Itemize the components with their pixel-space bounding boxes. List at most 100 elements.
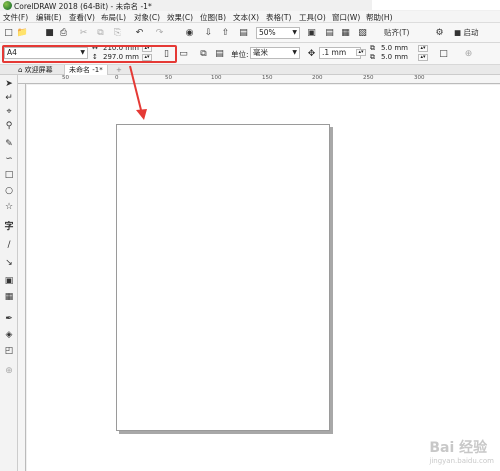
watermark-text: Bai 经验: [429, 440, 488, 456]
units-select[interactable]: 毫米 ▼: [250, 47, 300, 59]
new-document-icon[interactable]: □: [3, 27, 14, 38]
zoom-level-select[interactable]: 50% ▼: [256, 27, 300, 39]
tab-welcome-screen[interactable]: ⌂ 欢迎屏幕: [14, 65, 57, 75]
parallel-dimension-icon[interactable]: ∕: [3, 239, 15, 251]
duplicate-x-input[interactable]: 5.0 mm: [381, 44, 408, 52]
menu-window[interactable]: 窗口(W): [332, 12, 360, 23]
freehand-tool-icon[interactable]: ✎: [3, 138, 15, 150]
save-icon[interactable]: ■: [44, 27, 55, 38]
bleed-icon[interactable]: □: [438, 48, 449, 59]
landscape-orientation-icon[interactable]: ▭: [178, 48, 189, 59]
nudge-distance-value: .1 mm: [322, 48, 347, 57]
ruler-number: 150: [262, 75, 273, 81]
launch-label: 启动: [463, 28, 479, 37]
menu-bitmaps[interactable]: 位图(B): [200, 12, 226, 23]
nudge-distance-icon: ✥: [307, 48, 316, 59]
menu-help[interactable]: 帮助(H): [366, 12, 393, 23]
open-folder-icon[interactable]: 📁: [17, 27, 28, 38]
all-pages-icon[interactable]: ⧉: [198, 48, 209, 59]
tab-document[interactable]: 未命名 -1*: [64, 65, 108, 75]
vertical-ruler[interactable]: [18, 84, 26, 471]
duplicate-y-stepper[interactable]: ▴▾: [418, 54, 428, 61]
shape-tool-icon[interactable]: ↵: [3, 92, 15, 104]
show-rulers-icon[interactable]: ▤: [324, 27, 335, 38]
print-icon[interactable]: ⎙: [58, 27, 69, 38]
eyedropper-icon[interactable]: ✒: [3, 313, 15, 325]
ruler-number: 250: [363, 75, 374, 81]
show-grid-icon[interactable]: ▦: [340, 27, 351, 38]
undo-icon[interactable]: ↶: [134, 27, 145, 38]
cut-icon[interactable]: ✂: [78, 27, 89, 38]
menu-edit[interactable]: 编辑(E): [36, 12, 62, 23]
units-value: 毫米: [253, 48, 268, 57]
highlight-box: [2, 45, 177, 63]
tab-document-label: 未命名 -1*: [69, 66, 103, 74]
duplicate-y-input[interactable]: 5.0 mm: [381, 53, 408, 61]
chevron-down-icon: ▼: [292, 49, 297, 56]
search-content-icon[interactable]: ◉: [184, 27, 195, 38]
add-icon[interactable]: ⊕: [463, 48, 474, 59]
menu-layout[interactable]: 布局(L): [101, 12, 126, 23]
current-page-icon[interactable]: ▤: [214, 48, 225, 59]
watermark-subtext: jingyan.baidu.com: [429, 457, 494, 465]
ruler-number: 50: [62, 75, 69, 81]
paste-icon[interactable]: ⎘: [112, 27, 123, 38]
menu-file[interactable]: 文件(F): [3, 12, 28, 23]
menu-text[interactable]: 文本(X): [233, 12, 259, 23]
nudge-stepper[interactable]: ▴▾: [356, 49, 366, 56]
text-tool-icon[interactable]: 字: [3, 219, 15, 232]
snap-to-label: 贴齐(T): [384, 28, 410, 37]
transparency-icon[interactable]: ▦: [3, 291, 15, 303]
nudge-distance-input[interactable]: .1 mm: [319, 47, 361, 59]
options-gear-icon[interactable]: ⚙: [434, 27, 445, 38]
ruler-number: 200: [312, 75, 323, 81]
duplicate-y-icon: ⧉: [370, 53, 375, 61]
rectangle-tool-icon[interactable]: □: [3, 169, 15, 181]
document-tab-bar: ⌂ 欢迎屏幕 未命名 -1* +: [0, 65, 500, 75]
crop-tool-icon[interactable]: ⌖: [3, 106, 15, 118]
zoom-level-value: 50%: [259, 28, 276, 37]
menu-tools[interactable]: 工具(O): [299, 12, 326, 23]
portrait-orientation-icon[interactable]: ▯: [161, 48, 172, 59]
toolbox: ➤ ↵ ⌖ ⚲ ✎ ∽ □ ○ ☆ 字 ∕ ↘ ▣ ▦ ✒ ◈ ◰ ⊕: [0, 75, 18, 471]
tab-welcome-label: 欢迎屏幕: [24, 66, 53, 74]
drop-shadow-icon[interactable]: ▣: [3, 275, 15, 287]
interactive-fill-icon[interactable]: ◈: [3, 329, 15, 341]
menu-table[interactable]: 表格(T): [266, 12, 291, 23]
watermark: Bai 经验 jingyan.baidu.com: [429, 437, 494, 465]
horizontal-ruler[interactable]: 50 0 50 100 150 200 250 300: [18, 75, 500, 84]
snap-to-button[interactable]: 贴齐(T): [384, 27, 424, 38]
menu-effects[interactable]: 效果(C): [167, 12, 193, 23]
show-guidelines-icon[interactable]: ▧: [357, 27, 368, 38]
ruler-number: 50: [165, 75, 172, 81]
connector-tool-icon[interactable]: ↘: [3, 257, 15, 269]
smart-fill-icon[interactable]: ◰: [3, 345, 15, 357]
add-tool-icon[interactable]: ⊕: [3, 365, 15, 377]
polygon-tool-icon[interactable]: ☆: [3, 201, 15, 213]
ruler-number: 300: [414, 75, 425, 81]
menu-view[interactable]: 查看(V): [69, 12, 95, 23]
menu-bar: 文件(F) 编辑(E) 查看(V) 布局(L) 对象(C) 效果(C) 位图(B…: [0, 11, 500, 23]
zoom-tool-icon[interactable]: ⚲: [3, 120, 15, 132]
launch-button[interactable]: ■ 启动: [454, 27, 494, 38]
full-screen-icon[interactable]: ▣: [306, 27, 317, 38]
pick-tool-icon[interactable]: ➤: [3, 78, 15, 90]
import-icon[interactable]: ⇩: [203, 27, 214, 38]
ellipse-tool-icon[interactable]: ○: [3, 185, 15, 197]
redo-icon[interactable]: ↷: [154, 27, 165, 38]
publish-pdf-icon[interactable]: ▤: [238, 27, 249, 38]
artistic-media-icon[interactable]: ∽: [3, 153, 15, 165]
duplicate-x-stepper[interactable]: ▴▾: [418, 45, 428, 52]
ruler-number: 0: [115, 75, 119, 81]
property-bar: A4 ▼ ↔ 210.0 mm ↕ 297.0 mm ▴▾ ▴▾ ▯ ▭ ⧉ ▤…: [0, 43, 500, 65]
coreldraw-logo-icon: [3, 1, 12, 10]
menu-object[interactable]: 对象(C): [134, 12, 160, 23]
duplicate-x-icon: ⧉: [370, 44, 375, 52]
standard-toolbar: □ 📁 ■ ⎙ ✂ ⧉ ⎘ ↶ ↷ ◉ ⇩ ⇧ ▤ 50% ▼ ▣ ▤ ▦ ▧ …: [0, 23, 500, 43]
ruler-number: 100: [211, 75, 222, 81]
export-icon[interactable]: ⇧: [220, 27, 231, 38]
copy-icon[interactable]: ⧉: [95, 27, 106, 38]
chevron-down-icon: ▼: [292, 29, 297, 36]
title-bar: CorelDRAW 2018 (64-Bit) - 未命名 -1*: [0, 0, 500, 11]
document-page[interactable]: [116, 124, 330, 431]
